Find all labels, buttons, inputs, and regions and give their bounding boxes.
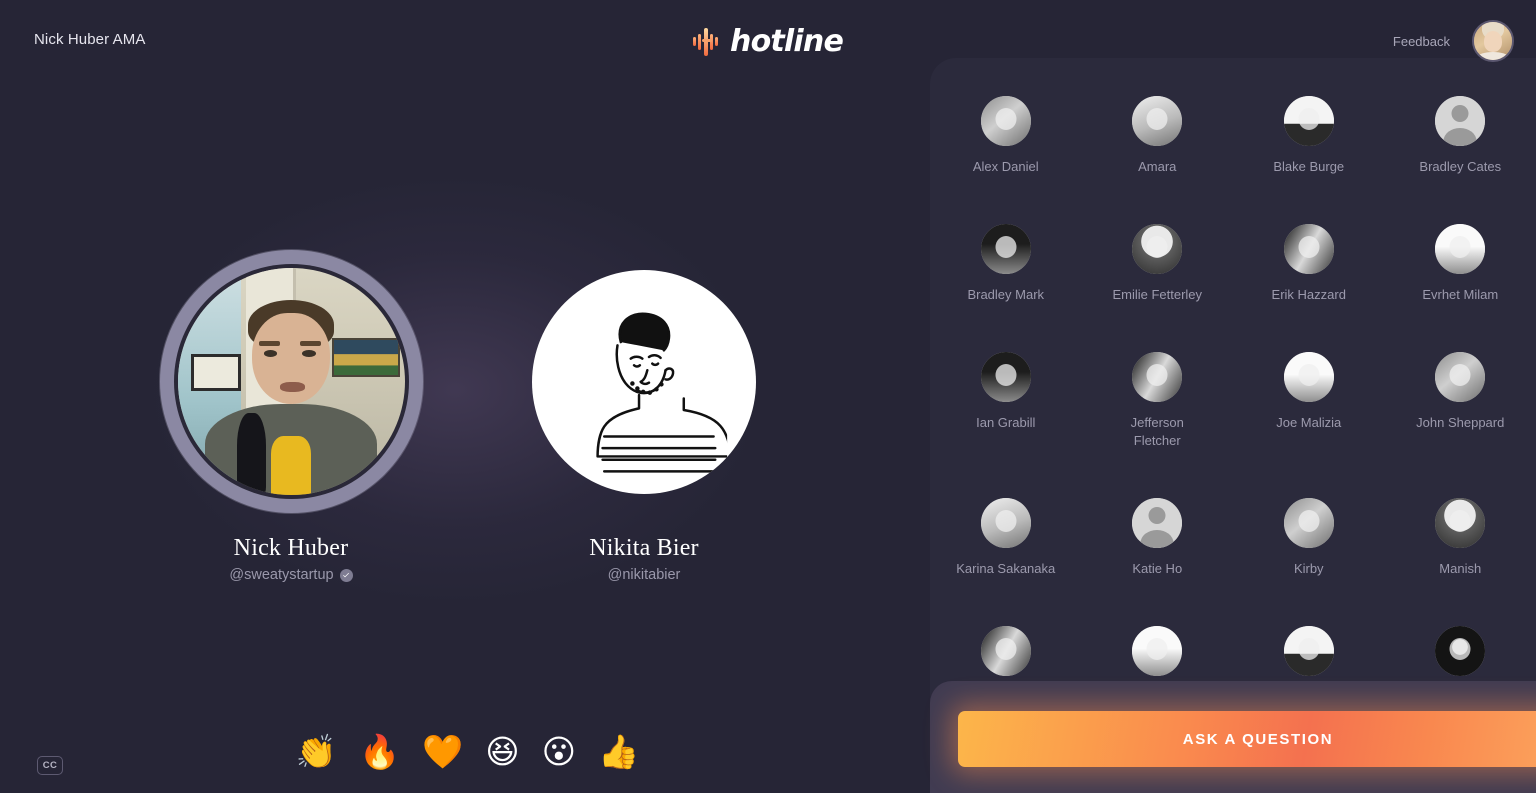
fire-reaction[interactable]: 🔥 bbox=[359, 735, 400, 768]
participant-avatar bbox=[1132, 352, 1183, 402]
brand-logo[interactable]: hotline bbox=[693, 24, 844, 59]
participant-avatar bbox=[980, 352, 1031, 402]
participant-item[interactable]: Jefferson Fletcher bbox=[1082, 352, 1234, 450]
thumbs-up-reaction[interactable]: 👍 bbox=[598, 735, 639, 768]
participant-avatar bbox=[1435, 498, 1486, 548]
ask-question-panel: ASK A QUESTION bbox=[930, 681, 1536, 793]
participant-item[interactable]: Bradley Mark bbox=[930, 224, 1082, 304]
speaker-avatar-nick bbox=[177, 268, 405, 495]
participant-name: John Sheppard bbox=[1416, 415, 1505, 430]
participant-name: Bradley Mark bbox=[967, 287, 1045, 302]
participant-avatar bbox=[1435, 626, 1486, 676]
speaker-avatar-nikita bbox=[532, 269, 756, 494]
speaker-handle: @sweatystartup bbox=[229, 567, 334, 583]
ask-a-question-button[interactable]: ASK A QUESTION bbox=[958, 711, 1536, 767]
speaker-avatar-ring-idle bbox=[513, 250, 776, 513]
participant-name: Bradley Cates bbox=[1419, 159, 1502, 174]
participant-item[interactable]: Joe Malizia bbox=[1233, 352, 1385, 450]
participant-name: Karina Sakanaka bbox=[956, 561, 1056, 576]
waveform-icon bbox=[693, 27, 719, 56]
participant-name: Emilie Fetterley bbox=[1112, 287, 1203, 302]
participant-item[interactable] bbox=[1082, 626, 1234, 688]
participant-name: Evrhet Milam bbox=[1422, 287, 1499, 302]
participant-avatar bbox=[1283, 626, 1334, 676]
participant-avatar bbox=[1283, 224, 1334, 274]
participant-avatar bbox=[1283, 96, 1334, 146]
participant-item[interactable]: Karina Sakanaka bbox=[930, 498, 1082, 578]
participant-item[interactable]: Ian Grabill bbox=[930, 352, 1082, 450]
top-bar: Nick Huber AMA hotline Feedback bbox=[0, 0, 1536, 80]
participant-avatar bbox=[980, 96, 1031, 146]
participant-name: Joe Malizia bbox=[1276, 415, 1342, 430]
participant-avatar bbox=[1435, 352, 1486, 402]
participant-item[interactable]: Manish bbox=[1385, 498, 1536, 578]
participant-name: Erik Hazzard bbox=[1271, 287, 1346, 302]
participant-avatar bbox=[1132, 96, 1183, 146]
laugh-reaction[interactable]: 😆 bbox=[485, 735, 519, 768]
participants-grid: Alex Daniel Amara Blake Burge Bradley Cates… bbox=[930, 96, 1536, 688]
participant-avatar bbox=[1132, 626, 1183, 676]
speaker-handle-row: @sweatystartup bbox=[229, 567, 353, 583]
participant-name: Blake Burge bbox=[1273, 159, 1345, 174]
participant-item[interactable]: Emilie Fetterley bbox=[1082, 224, 1234, 304]
room-title: Nick Huber AMA bbox=[34, 31, 146, 48]
participant-avatar bbox=[980, 224, 1031, 274]
participant-name: Amara bbox=[1138, 159, 1177, 174]
participant-item[interactable]: Amara bbox=[1082, 96, 1234, 176]
surprised-reaction[interactable]: 😮 bbox=[542, 735, 576, 768]
speaker-avatar-ring-active bbox=[159, 250, 423, 513]
participant-avatar bbox=[1283, 352, 1334, 402]
participant-avatar bbox=[980, 626, 1031, 676]
participant-item[interactable]: Evrhet Milam bbox=[1385, 224, 1536, 304]
speaker-handle: @nikitabier bbox=[607, 567, 681, 583]
feedback-link[interactable]: Feedback bbox=[1393, 34, 1450, 49]
speaker-list: Nick Huber @sweatystartup Nikita Bier @n… bbox=[0, 250, 935, 583]
participant-item[interactable]: Bradley Cates bbox=[1385, 96, 1536, 176]
clap-reaction[interactable]: 👏 bbox=[296, 735, 337, 768]
participant-avatar bbox=[980, 498, 1031, 548]
participant-name: Ian Grabill bbox=[976, 415, 1036, 430]
participant-avatar bbox=[1435, 224, 1486, 274]
stage: Nick Huber @sweatystartup Nikita Bier @n… bbox=[0, 60, 935, 793]
participant-item[interactable]: Erik Hazzard bbox=[1233, 224, 1385, 304]
participant-name: Kirby bbox=[1293, 561, 1324, 576]
participant-name: Manish bbox=[1439, 561, 1482, 576]
participant-item[interactable] bbox=[1385, 626, 1536, 688]
participant-item[interactable]: Katie Ho bbox=[1082, 498, 1234, 578]
participant-name: Alex Daniel bbox=[972, 159, 1039, 174]
participant-item[interactable]: Blake Burge bbox=[1233, 96, 1385, 176]
participant-avatar bbox=[1283, 498, 1334, 548]
participant-avatar bbox=[1435, 96, 1486, 146]
participant-name: Katie Ho bbox=[1132, 561, 1183, 576]
speaker-handle-row: @nikitabier bbox=[608, 567, 681, 583]
participant-item[interactable]: John Sheppard bbox=[1385, 352, 1536, 450]
participant-item[interactable]: Alex Daniel bbox=[930, 96, 1082, 176]
participant-item[interactable] bbox=[1233, 626, 1385, 688]
verified-badge-icon bbox=[339, 568, 353, 582]
brand-name: hotline bbox=[730, 24, 844, 59]
reaction-bar: 👏 🔥 🧡 😆 😮 👍 bbox=[0, 735, 935, 768]
speaker-card-nikita[interactable]: Nikita Bier @nikitabier bbox=[497, 250, 792, 583]
participant-avatar bbox=[1132, 224, 1183, 274]
speaker-card-nick[interactable]: Nick Huber @sweatystartup bbox=[144, 250, 439, 583]
speaker-name: Nick Huber bbox=[233, 535, 349, 561]
speaker-name: Nikita Bier bbox=[589, 535, 699, 561]
participant-avatar bbox=[1132, 498, 1183, 548]
heart-reaction[interactable]: 🧡 bbox=[422, 735, 463, 768]
participant-item[interactable] bbox=[930, 626, 1082, 688]
participant-item[interactable]: Kirby bbox=[1233, 498, 1385, 578]
avatar[interactable] bbox=[1472, 20, 1514, 62]
participant-name: Jefferson Fletcher bbox=[1130, 415, 1184, 448]
top-right-actions: Feedback bbox=[1393, 20, 1514, 62]
